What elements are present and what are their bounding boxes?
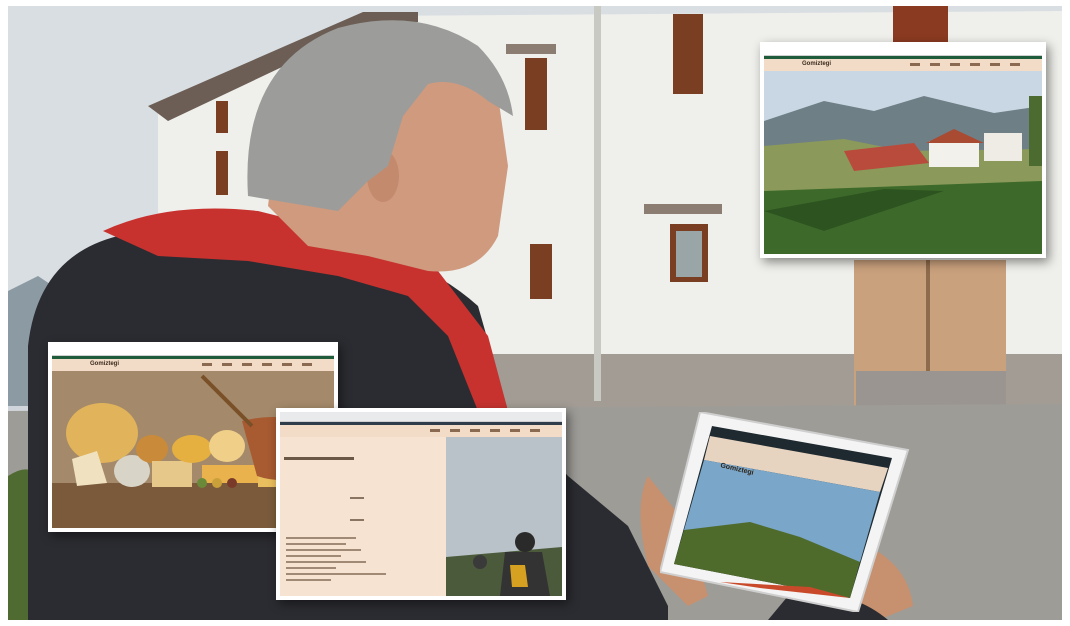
jar	[212, 478, 222, 488]
person	[515, 532, 535, 552]
cheese-block	[152, 461, 192, 487]
nav-item	[930, 63, 940, 66]
window	[893, 6, 948, 42]
window	[525, 58, 547, 130]
text-page-content	[280, 437, 562, 596]
nav-items	[910, 63, 1020, 66]
site-nav: Gomiztegi	[764, 59, 1042, 71]
nav-item	[262, 363, 272, 366]
website-screenshot-text-page	[276, 408, 566, 600]
text-line	[284, 457, 354, 460]
nav-item	[430, 429, 440, 432]
nav-item	[202, 363, 212, 366]
cheese-round	[136, 435, 168, 463]
site-brand: Gomiztegi	[90, 361, 120, 367]
cheese-round	[209, 430, 245, 462]
nav-items	[202, 363, 312, 366]
nav-item	[242, 363, 252, 366]
window	[673, 14, 703, 94]
page-body	[280, 437, 562, 596]
window	[216, 101, 228, 133]
text-line	[350, 497, 364, 499]
site-nav	[280, 425, 562, 437]
nav-item	[450, 429, 460, 432]
nav-item	[530, 429, 540, 432]
window	[216, 151, 228, 195]
hero-image	[764, 71, 1042, 254]
window-lintel	[644, 204, 722, 214]
nav-item	[510, 429, 520, 432]
text-line	[286, 549, 361, 551]
farmhouse	[929, 141, 979, 167]
window-lintel	[506, 44, 556, 54]
nav-item	[910, 63, 920, 66]
jar	[197, 478, 207, 488]
text-line	[286, 579, 331, 581]
farm-landscape-image	[764, 71, 1042, 254]
cheese-round	[172, 435, 212, 463]
nav-items	[430, 429, 540, 432]
nav-item	[282, 363, 292, 366]
nav-item	[222, 363, 232, 366]
nav-item	[1010, 63, 1020, 66]
nav-item	[490, 429, 500, 432]
nav-item	[302, 363, 312, 366]
nav-item	[950, 63, 960, 66]
nav-item	[970, 63, 980, 66]
browser-toolbar	[52, 346, 334, 356]
text-line	[286, 543, 346, 545]
text-line	[286, 537, 356, 539]
tablet: Gomiztegi	[660, 412, 910, 612]
browser-toolbar	[764, 46, 1042, 56]
person	[473, 555, 487, 569]
site-brand: Gomiztegi	[802, 61, 832, 67]
text-line	[286, 573, 386, 575]
yellow-item	[510, 565, 528, 587]
tree	[1029, 96, 1042, 166]
site-nav: Gomiztegi	[52, 359, 334, 371]
text-line	[286, 567, 336, 569]
cheese-wheel	[66, 403, 138, 463]
nav-item	[990, 63, 1000, 66]
nav-item	[470, 429, 480, 432]
drainpipe	[594, 6, 601, 401]
text-line	[286, 561, 366, 563]
window-glass	[676, 231, 702, 277]
jar	[227, 478, 237, 488]
website-screenshot-farmhouse: Gomiztegi	[760, 42, 1046, 258]
browser-toolbar	[280, 412, 562, 422]
window	[530, 244, 552, 299]
farmhouse	[984, 133, 1022, 161]
text-line	[286, 555, 341, 557]
text-line	[350, 519, 364, 521]
tablet-device	[660, 412, 910, 612]
